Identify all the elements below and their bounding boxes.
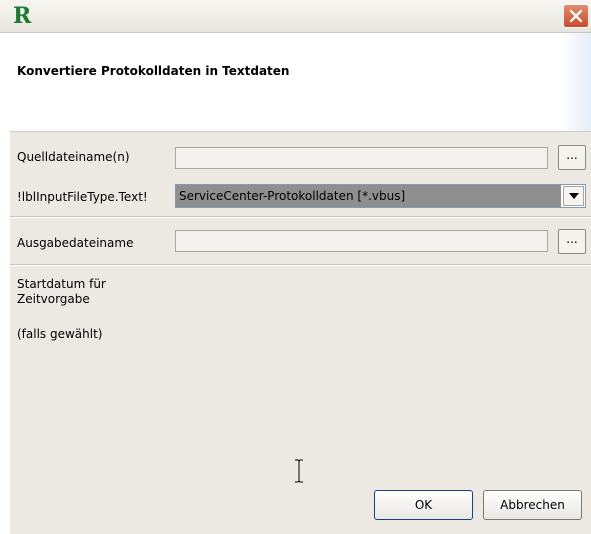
separator [10,216,591,218]
start-date-label-line1: Startdatum für [17,277,106,291]
dropdown-arrow-button[interactable] [563,186,584,206]
input-file-type-label: !lblInputFileType.Text! [17,190,148,204]
close-icon [569,9,583,23]
header-decoration [560,33,591,131]
input-file-type-select[interactable]: ServiceCenter-Protokolldaten [*.vbus] [175,184,586,208]
chevron-down-icon [569,193,579,199]
separator [10,264,591,266]
ok-button[interactable]: OK [374,490,473,520]
dialog-window: R Konvertiere Protokolldaten in Textdate… [0,0,591,534]
source-file-label: Quelldateiname(n) [17,150,130,164]
cancel-button[interactable]: Abbrechen [483,490,582,520]
title-bar[interactable]: R [0,0,591,33]
output-file-label: Ausgabedateiname [17,236,134,250]
app-logo: R [13,3,32,29]
close-button[interactable] [563,4,589,28]
source-browse-button[interactable]: ... [558,145,586,170]
source-file-input[interactable] [175,147,548,169]
output-file-input[interactable] [175,230,548,252]
output-browse-button[interactable]: ... [558,229,586,254]
text-cursor-icon [295,459,303,483]
input-file-type-value: ServiceCenter-Protokolldaten [*.vbus] [176,185,561,207]
header-panel: Konvertiere Protokolldaten in Textdaten [0,33,591,132]
start-date-label-line2: Zeitvorgabe [17,292,90,306]
start-date-note: (falls gewählt) [17,327,103,341]
left-edge [0,131,10,534]
dialog-title: Konvertiere Protokolldaten in Textdaten [17,64,290,78]
